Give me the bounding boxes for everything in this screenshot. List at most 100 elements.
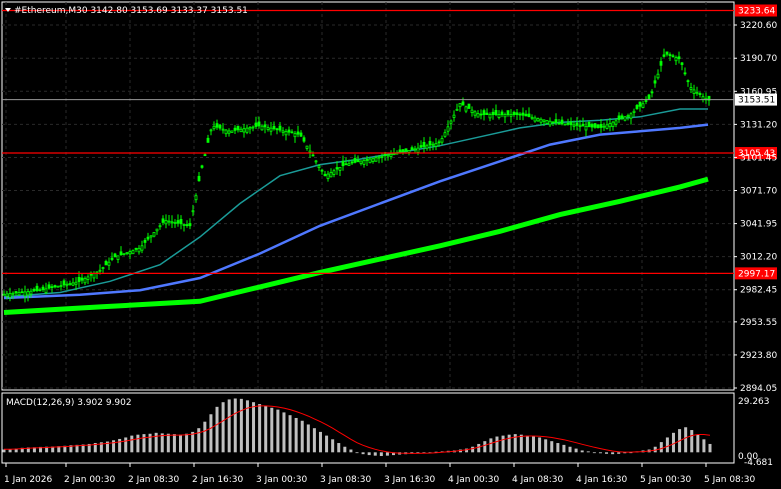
candle-body <box>515 112 519 115</box>
price-tick-label: 3012.20 <box>740 253 777 263</box>
candle-body <box>254 122 258 127</box>
candle-body <box>494 110 498 115</box>
macd-axis-bottom: -4.681 <box>744 458 773 468</box>
candle-body <box>251 126 255 129</box>
macd-histogram-bar <box>294 417 298 453</box>
candle-body <box>689 87 693 90</box>
macd-histogram-bar <box>318 431 322 453</box>
macd-histogram-bar <box>142 434 146 453</box>
macd-histogram-bar <box>136 434 140 453</box>
candle-body <box>236 125 240 131</box>
candle-body <box>605 124 609 129</box>
time-tick-label: 2 Jan 08:30 <box>128 475 180 485</box>
macd-histogram-bar <box>525 435 529 453</box>
candle-body <box>29 290 33 295</box>
candle-body <box>464 106 468 112</box>
macd-histogram-bar <box>550 441 554 453</box>
candle-body <box>95 271 99 274</box>
candle-body <box>656 73 660 79</box>
candle-body <box>344 163 348 166</box>
candle-body <box>584 125 588 131</box>
candle-body <box>608 123 612 128</box>
candle-body <box>530 116 534 119</box>
candle-body <box>17 292 21 296</box>
macd-histogram-bar <box>300 420 304 453</box>
price-tick-label: 2894.05 <box>740 384 777 394</box>
time-tick-label: 5 Jan 08:30 <box>704 475 756 485</box>
candle-body <box>11 292 15 295</box>
candle-body <box>104 260 108 266</box>
candle-body <box>488 114 492 119</box>
macd-histogram-bar <box>203 421 207 453</box>
candle-body <box>410 147 414 151</box>
macd-histogram-bar <box>264 405 268 453</box>
candle-body <box>179 219 183 225</box>
candle-body <box>278 125 282 131</box>
candle-body <box>140 245 144 251</box>
candle-body <box>617 115 621 120</box>
candle-body <box>371 157 375 162</box>
candle-body <box>485 112 489 115</box>
candle-body <box>326 173 330 179</box>
macd-histogram-bar <box>118 438 122 453</box>
macd-histogram-bar <box>501 435 505 453</box>
candle-body <box>659 61 663 66</box>
candle-body <box>611 121 615 127</box>
candle-body <box>62 280 66 286</box>
macd-histogram-bar <box>252 402 256 453</box>
candle-body <box>635 105 639 110</box>
candle-body <box>647 94 651 100</box>
macd-label: MACD(12,26,9) 3.902 9.902 <box>6 398 132 408</box>
macd-histogram-bar <box>556 443 560 453</box>
macd-histogram-bar <box>544 439 548 453</box>
time-tick-label: 3 Jan 00:30 <box>256 475 308 485</box>
candle-body <box>137 247 141 253</box>
price-tick-label: 3101.45 <box>740 153 777 163</box>
macd-histogram-bar <box>312 428 316 453</box>
price-tick-label: 3041.95 <box>740 220 777 230</box>
candle-body <box>263 124 267 128</box>
candle-body <box>356 159 360 163</box>
candle-body <box>401 149 405 153</box>
price-tick-label: 3071.70 <box>740 187 777 197</box>
main-chart-area[interactable] <box>1 1 735 391</box>
candle-body <box>413 148 417 151</box>
candle-body <box>287 129 291 133</box>
price-tick-label: 2923.80 <box>740 351 777 361</box>
candle-body <box>284 131 288 136</box>
macd-histogram-bar <box>288 415 292 453</box>
candle-body <box>173 222 177 224</box>
candle-body <box>575 122 579 126</box>
candle-body <box>134 247 138 250</box>
macd-histogram-bar <box>702 439 706 453</box>
candle-body <box>554 119 558 124</box>
candle-body <box>206 137 210 143</box>
macd-histogram-bar <box>562 444 566 453</box>
candle-body <box>455 108 459 111</box>
candle-body <box>602 125 606 128</box>
candle-body <box>230 130 234 133</box>
candle-body <box>377 156 381 159</box>
candle-body <box>350 161 354 164</box>
candle-body <box>53 285 57 288</box>
candle-body <box>185 224 189 227</box>
macd-histogram-bar <box>221 402 225 453</box>
candle-body <box>521 112 525 116</box>
macd-histogram-bar <box>239 398 243 453</box>
candle-body <box>668 54 672 57</box>
candle-body <box>503 114 507 118</box>
candle-body <box>407 149 411 153</box>
candle-body <box>71 282 75 286</box>
macd-histogram-bar <box>112 440 116 453</box>
candle-body <box>305 145 309 149</box>
candle-body <box>260 125 264 131</box>
candle-body <box>146 236 150 240</box>
macd-histogram-bar <box>160 433 164 453</box>
candle-body <box>299 132 303 137</box>
chart-canvas[interactable]: 3233.643105.432997.17 3220.603190.703160… <box>0 0 781 489</box>
time-tick-label: 2 Jan 00:30 <box>64 475 116 485</box>
macd-histogram-bar <box>617 452 621 454</box>
candle-body <box>275 128 279 131</box>
candle-body <box>581 123 585 127</box>
candle-body <box>50 286 54 289</box>
